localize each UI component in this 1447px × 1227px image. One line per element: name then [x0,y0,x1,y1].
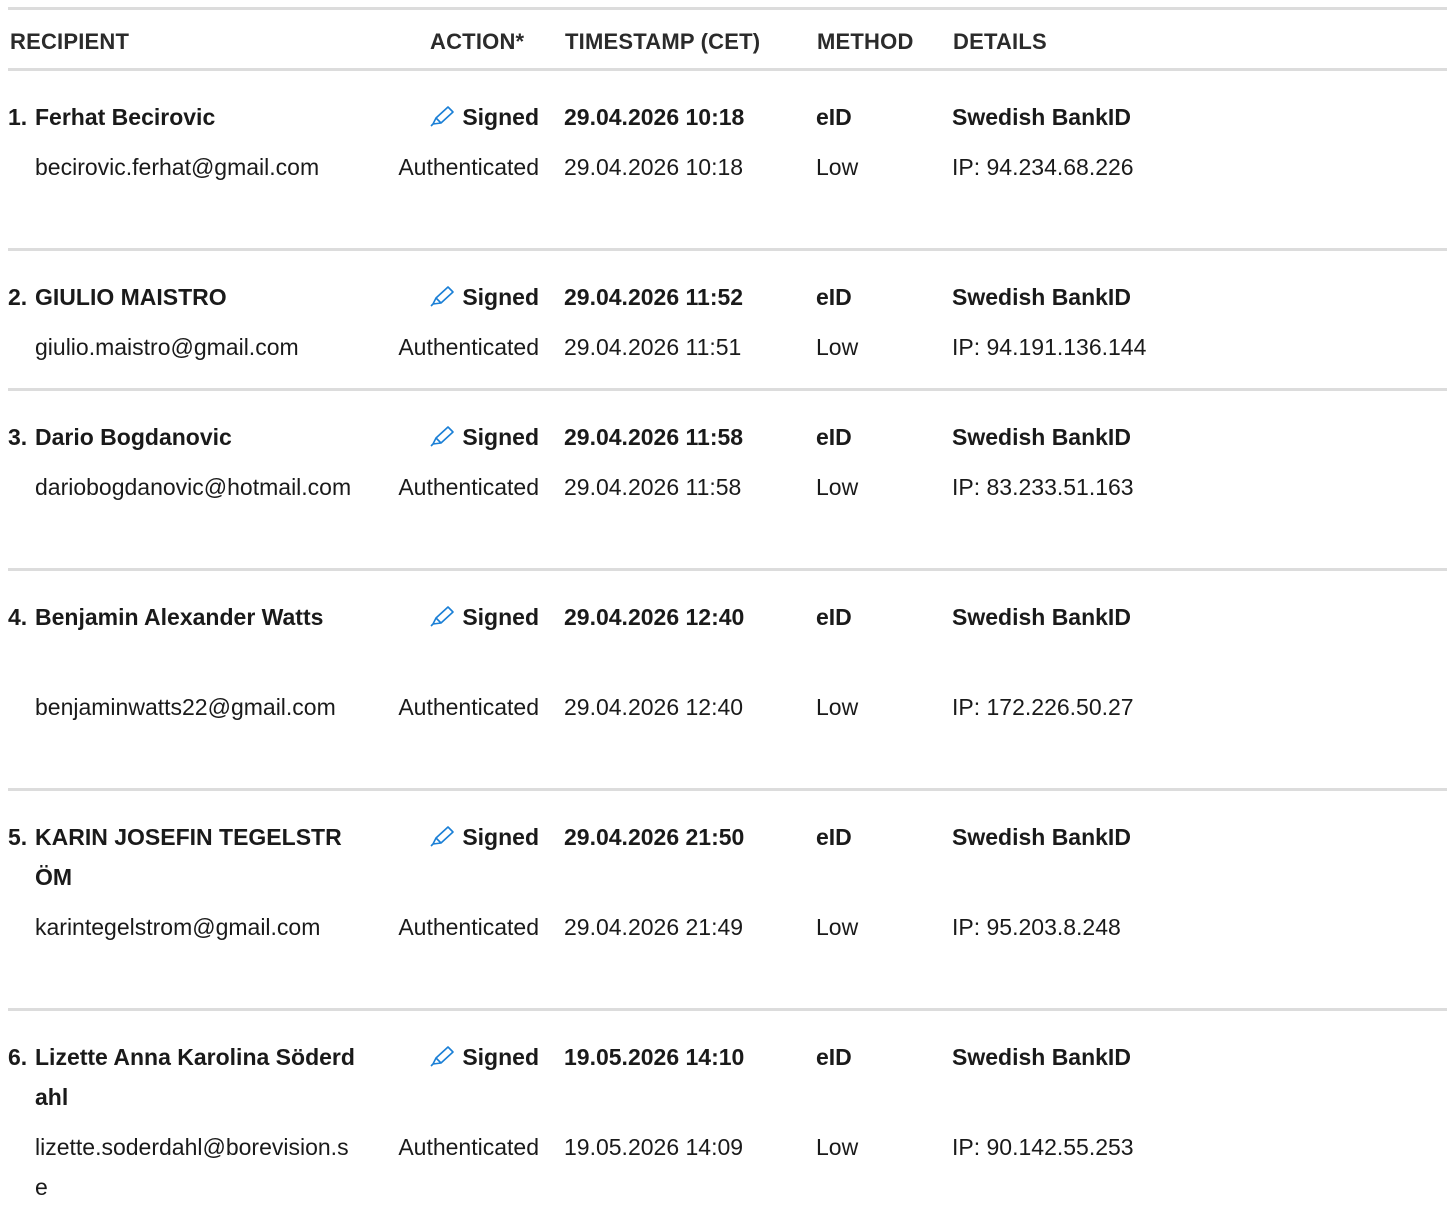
action-authenticated: Authenticated [398,914,539,940]
recipient-email[interactable]: benjaminwatts22@gmail.com [35,687,357,727]
row-number: 4. [8,604,28,630]
table-row: 1. Ferhat Becirovic Signed 29.04.2026 10… [8,71,1447,251]
signed-details: Swedish BankID [952,604,1131,630]
auth-timestamp: 19.05.2026 14:09 [564,1134,744,1160]
signed-method: eID [816,1044,852,1070]
recipient-name: Dario Bogdanovic [35,424,232,450]
auth-details: IP: 94.191.136.144 [952,334,1147,360]
action-signed: Signed [353,277,539,317]
table-row: 2. GIULIO MAISTRO Signed 29.04.2026 11:5… [8,251,1447,391]
auth-method: Low [816,1134,859,1160]
signed-details: Swedish BankID [952,284,1131,310]
action-signed: Signed [353,597,539,637]
auth-details: IP: 90.142.55.253 [952,1134,1134,1160]
action-signed-label: Signed [462,104,539,130]
row-number: 2. [8,284,28,310]
signed-method: eID [816,824,852,850]
auth-timestamp: 29.04.2026 21:49 [564,914,744,940]
auth-timestamp: 29.04.2026 11:58 [564,474,742,500]
header-action: ACTION* [430,29,525,54]
auth-details: IP: 94.234.68.226 [952,154,1134,180]
signed-timestamp: 29.04.2026 11:58 [564,424,744,450]
signed-timestamp: 29.04.2026 11:52 [564,284,744,310]
auth-method: Low [816,694,859,720]
auth-method: Low [816,914,859,940]
action-signed-label: Signed [462,424,539,450]
row-number: 6. [8,1044,28,1070]
signed-timestamp: 29.04.2026 12:40 [564,604,745,630]
recipient-audit-table: RECIPIENT ACTION* TIMESTAMP (CET) METHOD… [8,7,1447,1221]
table-row: 4. Benjamin Alexander Watts Signed 29.04… [8,571,1447,791]
row-number: 3. [8,424,28,450]
auth-timestamp: 29.04.2026 10:18 [564,154,744,180]
auth-method: Low [816,154,859,180]
action-signed: Signed [353,417,539,457]
action-signed: Signed [353,817,539,857]
auth-details: IP: 95.203.8.248 [952,914,1121,940]
recipient-name: Lizette Anna Karolina Söderdahl [35,1044,355,1110]
pen-icon [430,1046,455,1067]
action-authenticated: Authenticated [398,334,539,360]
table-row: 3. Dario Bogdanovic Signed 29.04.2026 11… [8,391,1447,571]
recipient-email[interactable]: karintegelstrom@gmail.com [35,907,357,947]
signed-timestamp: 19.05.2026 14:10 [564,1044,745,1070]
signed-details: Swedish BankID [952,104,1131,130]
signed-details: Swedish BankID [952,424,1131,450]
recipient-email[interactable]: giulio.maistro@gmail.com [35,327,357,367]
auth-details: IP: 83.233.51.163 [952,474,1134,500]
table-row: 5. KARIN JOSEFIN TEGELSTRÖM Signed 29.04… [8,791,1447,1011]
auth-method: Low [816,474,859,500]
signed-method: eID [816,604,852,630]
auth-timestamp: 29.04.2026 11:51 [564,334,742,360]
signed-method: eID [816,424,852,450]
action-signed: Signed [353,97,539,137]
header-recipient: RECIPIENT [10,29,130,54]
action-authenticated: Authenticated [398,694,539,720]
table-row: 6. Lizette Anna Karolina Söderdahl Signe… [8,1011,1447,1221]
action-signed: Signed [353,1037,539,1077]
recipient-email[interactable]: becirovic.ferhat@gmail.com [35,147,357,187]
table-header: RECIPIENT ACTION* TIMESTAMP (CET) METHOD… [8,7,1447,71]
auth-timestamp: 29.04.2026 12:40 [564,694,744,720]
action-authenticated: Authenticated [398,474,539,500]
recipient-name: KARIN JOSEFIN TEGELSTRÖM [35,824,342,890]
header-timestamp: TIMESTAMP (CET) [565,29,761,54]
pen-icon [430,286,455,307]
recipient-email[interactable]: dariobogdanovic@hotmail.com [35,467,357,507]
header-details: DETAILS [953,29,1047,54]
action-authenticated: Authenticated [398,1134,539,1160]
signed-details: Swedish BankID [952,1044,1131,1070]
recipient-email[interactable]: lizette.soderdahl@borevision.se [35,1127,357,1207]
signed-method: eID [816,104,852,130]
signed-details: Swedish BankID [952,824,1131,850]
action-signed-label: Signed [462,284,539,310]
recipient-name: Ferhat Becirovic [35,104,216,130]
pen-icon [430,826,455,847]
pen-icon [430,426,455,447]
auth-details: IP: 172.226.50.27 [952,694,1134,720]
signed-timestamp: 29.04.2026 21:50 [564,824,745,850]
action-signed-label: Signed [462,604,539,630]
action-signed-label: Signed [462,1044,539,1070]
auth-method: Low [816,334,859,360]
row-number: 1. [8,104,28,130]
pen-icon [430,106,455,127]
header-method: METHOD [817,29,914,54]
signed-method: eID [816,284,852,310]
row-number: 5. [8,824,28,850]
action-signed-label: Signed [462,824,539,850]
recipient-name: Benjamin Alexander Watts [35,604,324,630]
action-authenticated: Authenticated [398,154,539,180]
pen-icon [430,606,455,627]
signed-timestamp: 29.04.2026 10:18 [564,104,745,130]
recipient-name: GIULIO MAISTRO [35,284,227,310]
